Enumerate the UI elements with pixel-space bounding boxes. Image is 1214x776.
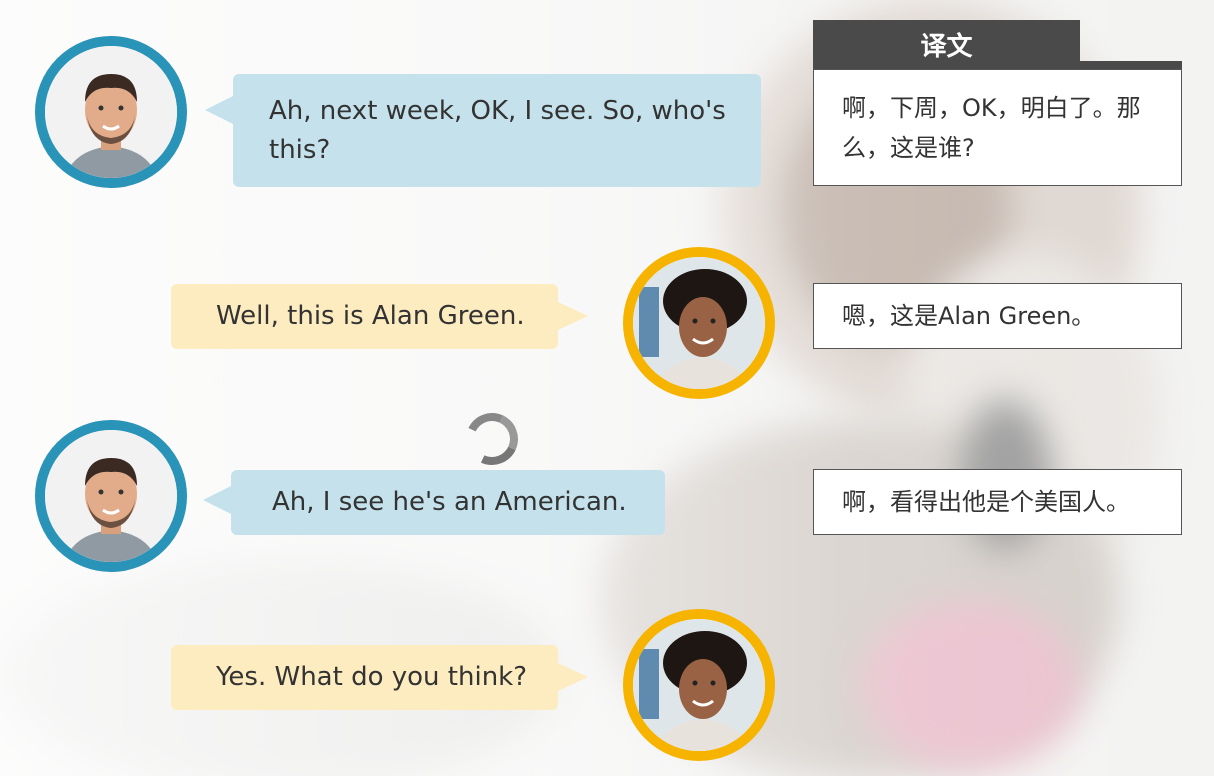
bubble-tail xyxy=(203,486,231,514)
woman-avatar-icon xyxy=(623,247,775,399)
dialogue-text: Yes. What do you think? xyxy=(216,662,528,692)
dialogue-text: Well, this is Alan Green. xyxy=(216,301,525,331)
man-avatar-icon xyxy=(35,36,187,188)
woman-speech-bubble: Yes. What do you think? xyxy=(171,645,588,710)
translation-text: 啊，看得出他是个美国人。 xyxy=(842,488,1130,516)
translation-box: 啊，看得出他是个美国人。 xyxy=(813,469,1182,535)
man-speech-bubble: Ah, I see he's an American. xyxy=(203,470,665,535)
bubble-tail xyxy=(205,96,233,124)
woman-speech-bubble: Well, this is Alan Green. xyxy=(171,284,588,349)
woman-avatar-icon xyxy=(623,609,775,761)
dialogue-text: Ah, I see he's an American. xyxy=(272,487,627,517)
translation-text: 嗯，这是Alan Green。 xyxy=(842,302,1096,330)
translation-text: 啊，下周，OK，明白了。那么，这是谁? xyxy=(842,93,1141,162)
man-speech-bubble: Ah, next week, OK, I see. So, who's this… xyxy=(205,74,761,187)
man-avatar-icon xyxy=(35,420,187,572)
translation-box: 啊，下周，OK，明白了。那么，这是谁? xyxy=(813,69,1182,186)
bubble-tail xyxy=(558,302,588,330)
translation-box: 嗯，这是Alan Green。 xyxy=(813,283,1182,349)
dialogue-text: Ah, next week, OK, I see. So, who's this… xyxy=(269,95,726,165)
translation-header-label: 译文 xyxy=(920,32,973,62)
bubble-tail xyxy=(558,663,588,691)
translation-header: 译文 xyxy=(813,20,1080,69)
